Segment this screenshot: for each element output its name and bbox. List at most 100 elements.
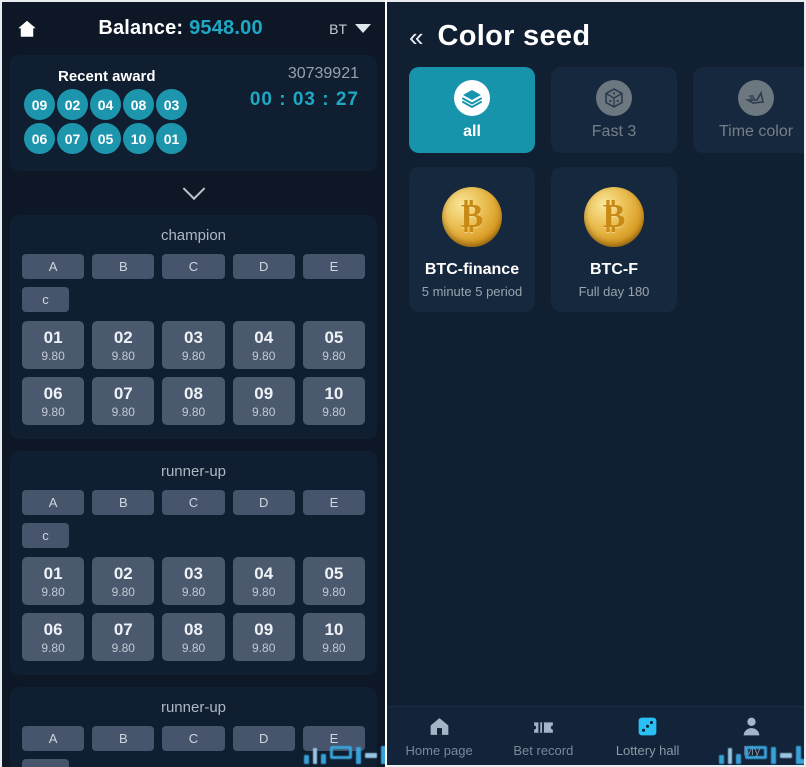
recent-award-card: Recent award 09 02 04 08 03 06 07 05 10 …: [10, 55, 377, 171]
balance-display: Balance: 9548.00: [32, 17, 329, 40]
letter-cell-b[interactable]: B: [92, 490, 155, 515]
bet-odds: 9.80: [181, 404, 206, 419]
letter-cell-c[interactable]: C: [162, 726, 225, 751]
bet-number-cell[interactable]: 10 9.80: [302, 377, 365, 425]
bet-number: 05: [324, 563, 344, 583]
tab-fast-3-label: Fast 3: [591, 122, 637, 140]
nav-lottery-hall[interactable]: Lottery hall: [596, 714, 700, 758]
tab-fast-3[interactable]: Fast 3: [551, 67, 677, 153]
bet-number-cell[interactable]: 08 9.80: [162, 377, 225, 425]
letter-cell-e[interactable]: E: [302, 254, 365, 279]
bet-number-cell[interactable]: 01 9.80: [22, 557, 85, 605]
game-list: ₿ BTC-finance 5 minute 5 period ₿ BTC-F …: [387, 153, 804, 312]
award-ball: 04: [90, 89, 121, 120]
bet-number: 02: [113, 563, 133, 583]
bet-odds: 9.80: [41, 404, 65, 419]
bet-number: 06: [43, 383, 63, 403]
bet-odds: 9.80: [181, 640, 206, 655]
bet-number-cell[interactable]: 04 9.80: [232, 321, 295, 369]
bet-groups-scroll[interactable]: champion A B C D E c 01 9.80 02 9.80 03 9.8…: [2, 215, 385, 767]
letter-cell-e[interactable]: E: [302, 726, 365, 751]
letter-cell-c[interactable]: C: [162, 254, 225, 279]
caret-down-icon: [355, 24, 371, 33]
award-ball: 07: [57, 123, 88, 154]
bet-number-cell[interactable]: 02 9.80: [92, 557, 155, 605]
letter-cell-c[interactable]: C: [162, 490, 225, 515]
bet-odds: 9.80: [322, 404, 346, 419]
bet-group-champion: champion A B C D E c 01 9.80 02 9.80 03 9.8…: [10, 215, 377, 439]
bet-odds: 9.80: [111, 640, 135, 655]
bet-number: 05: [324, 327, 344, 347]
game-name: BTC-F: [590, 261, 638, 278]
letter-row: A B C D E c: [22, 254, 365, 312]
recent-award-balls: 09 02 04 08 03 06 07 05 10 01: [24, 89, 187, 154]
award-ball: 03: [156, 89, 187, 120]
letter-cell-a[interactable]: A: [22, 490, 85, 515]
nav-home-page[interactable]: Home page: [387, 714, 491, 758]
back-chevron-icon[interactable]: «: [409, 24, 423, 50]
ball-row-1: 09 02 04 08 03: [24, 89, 187, 120]
game-card-btc-finance[interactable]: ₿ BTC-finance 5 minute 5 period: [409, 167, 535, 312]
bet-number-cell[interactable]: 01 9.80: [22, 321, 85, 369]
bottom-navigation: Home page Bet record Lottery hall My: [387, 706, 804, 765]
expand-award-toggle[interactable]: [2, 171, 385, 215]
ball-row-2: 06 07 05 10 01: [24, 123, 187, 154]
tab-time-color[interactable]: Time color: [693, 67, 804, 153]
top-bar: Balance: 9548.00 BT: [2, 2, 385, 55]
bet-number-cell[interactable]: 06 9.80: [22, 377, 85, 425]
award-ball: 09: [24, 89, 55, 120]
nav-label: Bet record: [513, 743, 574, 758]
letter-cell-c-lower[interactable]: c: [22, 523, 69, 548]
bet-number-cell[interactable]: 04 9.80: [232, 557, 295, 605]
bet-number-cell[interactable]: 09 9.80: [232, 377, 295, 425]
bet-group-runner-up-1: runner-up A B C D E c 01 9.80 02 9.80 03 9.…: [10, 451, 377, 675]
bet-number: 10: [324, 383, 344, 403]
letter-cell-c-lower[interactable]: c: [22, 287, 69, 312]
tab-all[interactable]: all: [409, 67, 535, 153]
speed-icon: [738, 79, 774, 116]
bet-odds: 9.80: [252, 348, 276, 363]
bet-odds: 9.80: [322, 640, 346, 655]
letter-cell-d[interactable]: D: [232, 726, 295, 751]
letter-cell-b[interactable]: B: [92, 726, 155, 751]
bet-number: 08: [184, 383, 203, 403]
nav-my[interactable]: My: [700, 714, 804, 758]
bet-number-cell[interactable]: 03 9.80: [162, 557, 225, 605]
letter-cell-d[interactable]: D: [232, 490, 295, 515]
bet-number-cell[interactable]: 09 9.80: [232, 613, 295, 661]
bet-odds: 9.80: [252, 404, 276, 419]
bet-number-cell[interactable]: 06 9.80: [22, 613, 85, 661]
bet-number: 01: [43, 327, 63, 347]
right-panel-color-seed: « Color seed all Fast 3 Time color ₿ BTC…: [387, 0, 806, 767]
bet-number-cell[interactable]: 05 9.80: [302, 557, 365, 605]
game-card-btc-f[interactable]: ₿ BTC-F Full day 180: [551, 167, 677, 312]
bet-number-cell[interactable]: 02 9.80: [92, 321, 155, 369]
bet-number: 03: [184, 327, 203, 347]
bet-number-cell[interactable]: 08 9.80: [162, 613, 225, 661]
game-subtitle: Full day 180: [578, 284, 650, 299]
bitcoin-coin-icon: ₿: [442, 187, 502, 247]
recent-award-title: Recent award: [58, 68, 156, 85]
currency-selector[interactable]: BT: [329, 21, 371, 37]
bet-number: 04: [254, 563, 274, 583]
group-title: runner-up: [160, 699, 227, 716]
letter-cell-d[interactable]: D: [232, 254, 295, 279]
nav-bet-record[interactable]: Bet record: [491, 714, 595, 758]
bet-number-cell[interactable]: 05 9.80: [302, 321, 365, 369]
bet-number: 08: [184, 619, 203, 639]
letter-cell-a[interactable]: A: [22, 254, 85, 279]
bet-number-cell[interactable]: 07 9.80: [92, 613, 155, 661]
bet-number-cell[interactable]: 10 9.80: [302, 613, 365, 661]
bet-number: 06: [43, 619, 63, 639]
bet-odds: 9.80: [111, 584, 135, 599]
letter-cell-e[interactable]: E: [302, 490, 365, 515]
bet-number-cell[interactable]: 07 9.80: [92, 377, 155, 425]
letter-cell-c-lower[interactable]: c: [22, 759, 69, 767]
page-title: Color seed: [437, 20, 591, 52]
letter-cell-a[interactable]: A: [22, 726, 85, 751]
bet-number-cell[interactable]: 03 9.80: [162, 321, 225, 369]
bet-group-runner-up-2: runner-up A B C D E c: [10, 687, 377, 767]
bet-number: 04: [254, 327, 274, 347]
letter-cell-b[interactable]: B: [92, 254, 155, 279]
